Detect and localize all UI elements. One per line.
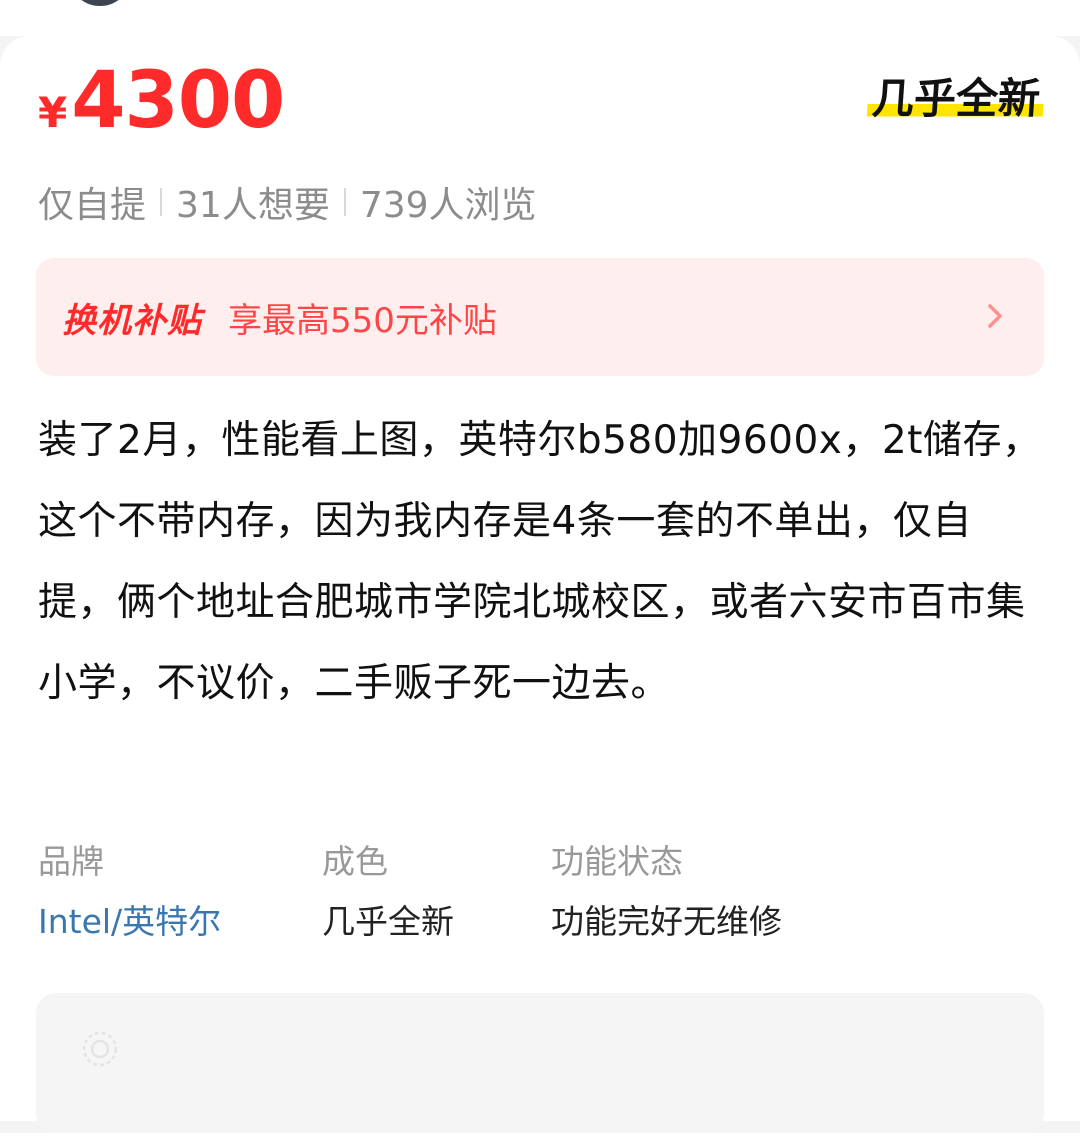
attribute-value: 功能完好无维修 xyxy=(551,902,782,941)
product-image[interactable] xyxy=(36,993,1044,1133)
price-amount: 4300 xyxy=(71,56,285,146)
avatar[interactable] xyxy=(68,0,132,6)
brand-link[interactable]: Intel/英特尔 xyxy=(38,898,221,946)
price: ¥4300 xyxy=(38,62,285,140)
item-description: 装了2月，性能看上图，英特尔b580加9600x，2t储存，这个不带内存，因为我… xyxy=(38,418,1042,706)
subsidy-tag: 换机补贴 xyxy=(62,300,202,341)
trade-in-subsidy-banner[interactable]: 换机补贴 享最高550元补贴 xyxy=(36,258,1044,376)
divider xyxy=(343,188,346,216)
views-count: 739人浏览 xyxy=(359,185,537,226)
divider xyxy=(160,188,163,216)
attribute-condition: 成色 几乎全新 xyxy=(322,838,454,946)
listing-stats: 仅自提 31人想要 739人浏览 xyxy=(38,180,537,226)
top-strip xyxy=(0,0,1080,36)
attribute-label: 品牌 xyxy=(38,842,104,881)
attribute-value: 几乎全新 xyxy=(322,902,454,941)
loading-icon xyxy=(82,1031,118,1067)
attribute-brand: 品牌 Intel/英特尔 xyxy=(38,838,221,946)
chevron-right-icon xyxy=(988,304,1002,328)
condition-badge: 几乎全新 xyxy=(866,74,1046,123)
attribute-label: 功能状态 xyxy=(551,842,683,881)
price-currency: ¥ xyxy=(38,88,68,137)
attribute-function-status: 功能状态 功能完好无维修 xyxy=(551,838,782,946)
subsidy-text: 享最高550元补贴 xyxy=(228,300,497,341)
attribute-label: 成色 xyxy=(322,842,388,881)
pickup-only-label: 仅自提 xyxy=(38,185,147,226)
wants-count: 31人想要 xyxy=(176,185,330,226)
